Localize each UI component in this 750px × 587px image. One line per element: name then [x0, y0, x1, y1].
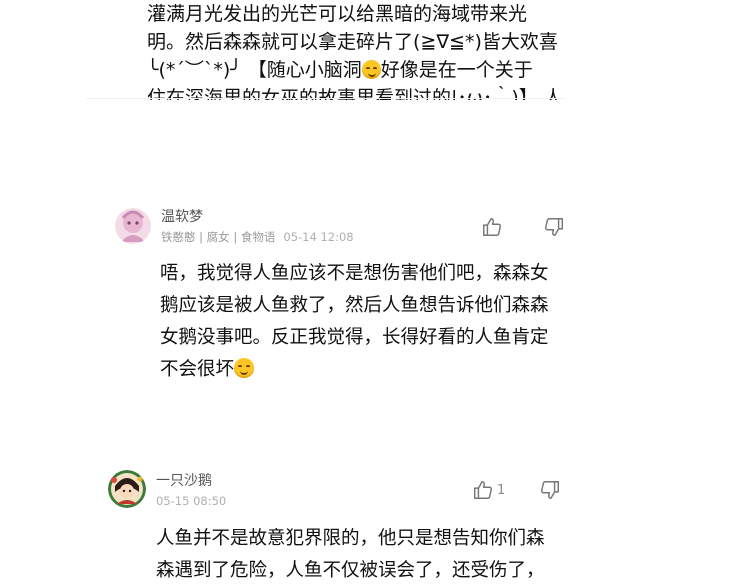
like-button[interactable]: [481, 216, 503, 238]
laugh-cry-emoji: [361, 60, 381, 79]
comment-body-line-text: 不会很坏: [160, 359, 235, 380]
avatar[interactable]: [108, 470, 146, 508]
thumbs-up-icon: [483, 218, 502, 236]
user-meta: 铁憨憨 | 腐女 | 食物语 05-14 12:08: [161, 230, 354, 244]
previous-comment-line-part: ╰(*´︶`*)╯ 【随心小脑洞: [147, 59, 362, 81]
comment-body-line: 人鱼并不是故意犯界限的，他只是想告知你们森: [156, 528, 545, 549]
previous-comment-body: 灌满月光发出的光芒可以给黑暗的海域带来光 明。然后森森就可以拿走碎片了(≧∇≦*…: [0, 0, 750, 100]
thumbs-up-icon: [474, 481, 493, 499]
username[interactable]: 温软梦: [161, 208, 203, 226]
comment-body-line: 森遇到了危险，人鱼不仅被误会了，还受伤了，: [156, 560, 545, 581]
like-count: 1: [497, 483, 506, 498]
previous-comment-line: ╰(*´︶`*)╯ 【随心小脑洞 好像是在一个关于: [147, 56, 533, 84]
comment-body-line: 鹅应该是被人鱼救了，然后人鱼想告诉他们森森: [160, 295, 549, 316]
avatar[interactable]: [115, 208, 151, 244]
comment-time: 05-14 12:08: [283, 230, 354, 244]
like-button[interactable]: [472, 479, 494, 501]
thumbs-down-icon: [540, 481, 559, 499]
dislike-button[interactable]: [543, 216, 565, 238]
dislike-button[interactable]: [539, 479, 561, 501]
comment-time: 05-15 08:50: [156, 494, 227, 508]
comment-body-line: 不会很坏: [160, 354, 549, 386]
user-meta: 05-15 08:50: [156, 494, 226, 508]
username[interactable]: 一只沙鹅: [156, 472, 212, 490]
smile-emoji: [234, 358, 255, 378]
previous-comment-line: 明。然后森森就可以拿走碎片了(≧∇≦*)皆大欢喜: [147, 31, 558, 53]
comment-body: 唔，我觉得人鱼应该不是想伤害他们吧，森森女 鹅应该是被人鱼救了，然后人鱼想告诉他…: [160, 258, 549, 386]
comment-body-line: 唔，我觉得人鱼应该不是想伤害他们吧，森森女: [160, 263, 549, 284]
previous-comment-line: 灌满月光发出的光芒可以给黑暗的海域带来光: [147, 3, 528, 25]
user-tags: 铁憨憨 | 腐女 | 食物语: [161, 230, 276, 244]
comment-body: 人鱼并不是故意犯界限的，他只是想告知你们森 森遇到了危险，人鱼不仅被误会了，还受…: [156, 523, 545, 587]
thumbs-down-icon: [544, 218, 563, 236]
previous-comment-line-part: 好像是在一个关于: [380, 59, 533, 81]
divider: [86, 98, 566, 99]
comment-body-line: 女鹅没事吧。反正我觉得，长得好看的人鱼肯定: [160, 327, 549, 348]
